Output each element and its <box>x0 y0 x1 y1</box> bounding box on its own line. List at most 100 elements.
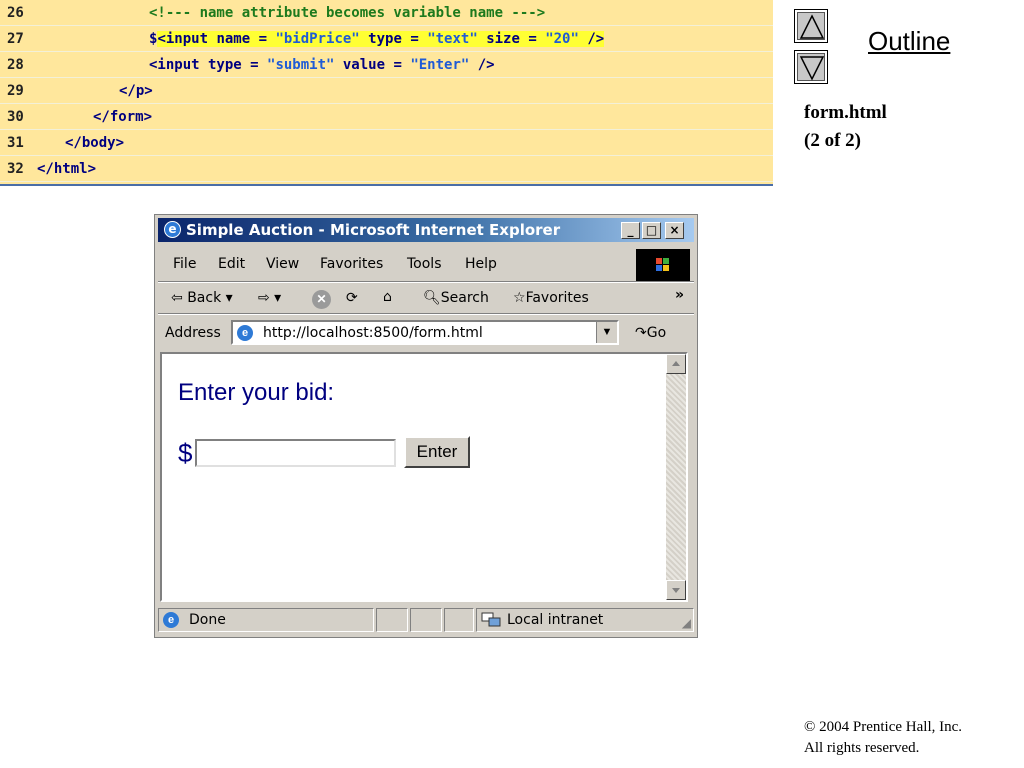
code-token: "Enter" <box>410 57 470 73</box>
code-token: </p> <box>119 83 153 99</box>
code-listing: 26 <!--- name attribute becomes variable … <box>0 0 773 186</box>
code-line: 26 <!--- name attribute becomes variable … <box>0 0 773 26</box>
page-indicator: (2 of 2) <box>804 130 861 151</box>
status-zone: Local intranet ◢ <box>476 608 694 632</box>
line-number: 32 <box>7 161 24 177</box>
menu-view[interactable]: View <box>266 256 299 272</box>
rights-line: All rights reserved. <box>804 740 920 756</box>
scroll-down-button[interactable] <box>666 580 686 600</box>
resize-grip-icon[interactable]: ◢ <box>682 616 691 630</box>
previous-slide-button[interactable] <box>794 9 828 43</box>
refresh-icon[interactable]: ⟳ <box>346 290 358 306</box>
menu-tools[interactable]: Tools <box>407 256 442 272</box>
page-heading: Enter your bid: <box>178 379 335 406</box>
menu-edit[interactable]: Edit <box>218 256 245 272</box>
go-button[interactable]: ↷Go <box>635 325 666 341</box>
code-token: size = <box>477 31 546 47</box>
line-number: 30 <box>7 109 24 125</box>
code-token: </body> <box>65 135 125 151</box>
status-pane <box>376 608 408 632</box>
address-url: http://localhost:8500/form.html <box>263 325 483 341</box>
favorites-label: Favorites <box>525 290 589 306</box>
windows-logo-icon <box>636 249 690 281</box>
back-label: Back <box>187 290 222 306</box>
search-button[interactable]: 🔍︎Search <box>423 290 489 306</box>
code-token: /> <box>578 31 605 47</box>
code-text: <!--- name attribute becomes variable na… <box>149 0 545 26</box>
menu-favorites[interactable]: Favorites <box>320 256 383 272</box>
code-line: 27 $<input name = "bidPrice" type = "text… <box>0 26 773 52</box>
code-line: 31 </body> <box>0 130 773 156</box>
minimize-button[interactable]: _ <box>621 222 640 239</box>
page-done-icon: e <box>163 612 179 628</box>
menu-help[interactable]: Help <box>465 256 497 272</box>
maximize-button[interactable]: □ <box>642 222 661 239</box>
address-label: Address <box>165 325 221 341</box>
toolbar-separator <box>158 313 694 315</box>
next-slide-button[interactable] <box>794 50 828 84</box>
title-bar[interactable]: e Simple Auction - Microsoft Internet Ex… <box>158 218 694 242</box>
code-token: <!--- name attribute becomes variable na… <box>149 5 546 21</box>
line-number: 26 <box>7 5 24 21</box>
code-token: </html> <box>37 161 97 177</box>
code-text: </p> <box>119 78 153 104</box>
page-icon: e <box>237 325 253 341</box>
code-text: $<input name = "bidPrice" type = "text" … <box>149 26 605 52</box>
code-token: "bidPrice" <box>275 31 360 47</box>
outline-link[interactable]: Outline <box>868 26 950 57</box>
code-text: <input type = "submit" value = "Enter" /… <box>149 52 495 78</box>
status-main: e Done <box>158 608 374 632</box>
triangle-down-icon <box>797 53 825 81</box>
code-line: 28 <input type = "submit" value = "Enter"… <box>0 52 773 78</box>
code-token: "submit" <box>267 57 335 73</box>
code-token: "text" <box>427 31 478 47</box>
browser-window: e Simple Auction - Microsoft Internet Ex… <box>154 214 698 638</box>
search-icon: 🔍︎ <box>423 290 441 306</box>
go-label: Go <box>646 325 667 341</box>
status-pane <box>410 608 442 632</box>
vertical-scrollbar[interactable] <box>666 354 686 600</box>
ie-logo-icon: e <box>164 221 181 238</box>
scroll-up-button[interactable] <box>666 354 686 374</box>
menu-file[interactable]: File <box>173 256 196 272</box>
code-text: </form> <box>93 104 152 130</box>
copyright-line: © 2004 Prentice Hall, Inc. <box>804 719 963 735</box>
page-viewport: Enter your bid: $ Enter <box>160 352 688 602</box>
forward-arrow-icon: ⇨ <box>258 290 270 306</box>
code-token: </form> <box>93 109 153 125</box>
status-bar: e Done Local intranet ◢ <box>158 608 694 633</box>
back-button[interactable]: ⇦ Back ▾ <box>171 290 233 306</box>
code-token: type = <box>359 31 428 47</box>
status-text: Done <box>189 612 226 628</box>
code-line: 32 </html> <box>0 156 773 182</box>
triangle-up-icon <box>797 12 825 40</box>
search-label: Search <box>440 290 489 306</box>
code-token: value = <box>334 57 411 73</box>
line-number: 31 <box>7 135 24 151</box>
stop-icon[interactable]: ✕ <box>312 290 331 309</box>
home-icon[interactable]: ⌂ <box>383 289 392 305</box>
line-number: 27 <box>7 31 24 47</box>
code-token: /> <box>469 57 495 73</box>
favorites-button[interactable]: ☆Favorites <box>513 290 589 306</box>
bid-price-input[interactable] <box>195 439 396 467</box>
line-number: 28 <box>7 57 24 73</box>
line-number: 29 <box>7 83 24 99</box>
currency-symbol: $ <box>178 438 193 468</box>
window-title: Simple Auction - Microsoft Internet Expl… <box>186 221 561 239</box>
code-token: "20" <box>545 31 579 47</box>
zone-text: Local intranet <box>507 612 604 628</box>
code-line: 29 </p> <box>0 78 773 104</box>
code-token: <input name = <box>157 31 276 47</box>
file-name: form.html <box>804 102 887 123</box>
go-arrow-icon: ↷ <box>635 325 647 341</box>
status-pane <box>444 608 474 632</box>
close-button[interactable]: × <box>665 222 684 239</box>
code-text: </body> <box>65 130 124 156</box>
enter-button[interactable]: Enter <box>404 436 470 468</box>
forward-button[interactable]: ⇨ ▾ <box>258 290 281 306</box>
code-line: 30 </form> <box>0 104 773 130</box>
address-field[interactable]: e http://localhost:8500/form.html ▼ <box>231 320 619 345</box>
address-dropdown-button[interactable]: ▼ <box>596 322 617 343</box>
toolbar-overflow-chevron[interactable]: » <box>675 287 684 303</box>
